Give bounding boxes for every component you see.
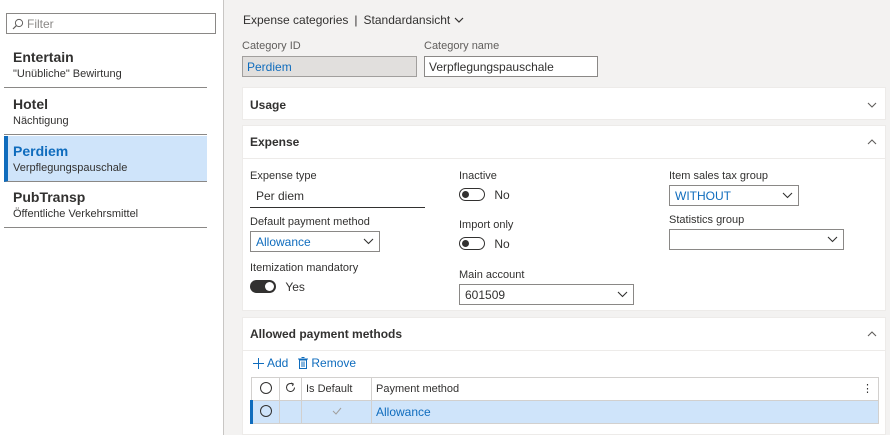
row-blank-cell: [279, 400, 302, 424]
row-select[interactable]: [250, 400, 280, 424]
inactive-value: No: [494, 187, 510, 202]
usage-header[interactable]: Usage: [243, 88, 885, 121]
col-is-default[interactable]: Is Default: [301, 377, 372, 401]
radio-icon: [260, 404, 272, 417]
item-tax-value: WITHOUT: [675, 188, 731, 203]
list-item-title: Hotel: [13, 96, 48, 112]
list-item-title: Entertain: [13, 49, 74, 65]
select-all-header[interactable]: [251, 377, 280, 401]
category-id-label: Category ID: [242, 40, 301, 52]
grid-header-row: Is Default Payment method ⋮: [251, 377, 879, 401]
expense-type-field[interactable]: Per diem: [250, 185, 425, 208]
view-name: Standardansicht: [363, 13, 451, 27]
list-item[interactable]: Entertain "Unübliche" Bewirtung: [4, 42, 207, 88]
inactive-label: Inactive: [459, 170, 497, 182]
col-payment-method-label: Payment method: [376, 383, 460, 395]
category-name-label: Category name: [424, 40, 500, 52]
col-payment-method[interactable]: Payment method ⋮: [371, 377, 879, 401]
chevron-down-icon: [867, 102, 877, 108]
itemization-toggle[interactable]: [250, 280, 276, 294]
stat-group-label: Statistics group: [669, 214, 745, 226]
default-payment-select[interactable]: Allowance: [250, 231, 380, 252]
chevron-down-icon: [827, 236, 838, 243]
remove-label: Remove: [311, 356, 357, 370]
chevron-down-icon: [363, 238, 374, 245]
check-icon: [332, 407, 341, 415]
main-account-select[interactable]: 601509: [459, 284, 634, 305]
expense-section: Expense Expense type Per diem Default pa…: [242, 125, 886, 311]
expense-type-group: Expense type Per diem: [250, 170, 425, 208]
filter-input[interactable]: Filter: [6, 13, 216, 34]
usage-title: Usage: [250, 97, 287, 112]
chevron-down-icon: [617, 291, 628, 298]
details-pane: Expense categories | Standardansicht Cat…: [224, 0, 890, 435]
filter-placeholder: Filter: [27, 16, 54, 31]
item-tax-label: Item sales tax group: [669, 170, 769, 182]
itemization-group: Itemization mandatory Yes: [250, 262, 358, 294]
add-button[interactable]: Add: [253, 356, 288, 370]
list-item-subtitle: Verpflegungspauschale: [13, 162, 128, 174]
list-item[interactable]: PubTransp Öffentliche Verkehrsmittel: [4, 183, 207, 228]
main-account-group: Main account 601509: [459, 269, 634, 305]
list-item-subtitle: Nächtigung: [13, 115, 69, 127]
list-item-title: Perdiem: [13, 143, 69, 159]
search-icon: [12, 18, 24, 29]
import-only-toggle[interactable]: [459, 237, 485, 251]
usage-section: Usage: [242, 87, 886, 120]
list-item-subtitle: Öffentliche Verkehrsmittel: [13, 208, 139, 218]
plus-icon: [253, 357, 264, 369]
inactive-toggle[interactable]: [459, 188, 485, 202]
chevron-up-icon: [867, 331, 877, 337]
list-item[interactable]: Hotel Nächtigung: [4, 89, 207, 135]
default-payment-label: Default payment method: [250, 216, 370, 228]
stat-group-select[interactable]: [669, 229, 844, 250]
list-item-subtitle: "Unübliche" Bewirtung: [13, 68, 122, 80]
view-selector[interactable]: Standardansicht: [364, 13, 465, 27]
import-only-value: No: [494, 236, 510, 251]
add-label: Add: [267, 356, 289, 370]
category-id-field[interactable]: Perdiem: [242, 56, 417, 77]
chevron-down-icon: [782, 192, 793, 199]
default-payment-value: Allowance: [256, 234, 311, 249]
table-row[interactable]: Allowance: [250, 400, 879, 424]
import-only-label: Import only: [459, 219, 514, 231]
list-item-selected[interactable]: Perdiem Verpflegungspauschale: [4, 136, 207, 182]
refresh-header[interactable]: [279, 377, 302, 401]
breadcrumb-separator: |: [354, 13, 358, 27]
breadcrumb: Expense categories | Standardansicht: [243, 13, 464, 27]
more-icon[interactable]: ⋮: [862, 382, 873, 395]
itemization-value: Yes: [285, 279, 305, 294]
expense-title: Expense: [250, 135, 300, 149]
allowed-payment-section: Allowed payment methods Add Remove Is De…: [242, 317, 886, 435]
list-item-title: PubTransp: [13, 189, 86, 205]
item-tax-select[interactable]: WITHOUT: [669, 185, 799, 206]
expense-type-label: Expense type: [250, 170, 317, 182]
payment-methods-grid: Is Default Payment method ⋮ Allowance: [250, 377, 879, 424]
trash-icon: [298, 357, 309, 369]
page-title: Expense categories: [243, 13, 349, 27]
refresh-icon: [286, 382, 295, 392]
list-pane: Filter Entertain "Unübliche" Bewirtung H…: [0, 0, 224, 435]
stat-group-group: Statistics group: [669, 214, 844, 250]
import-only-group: Import only No: [459, 219, 513, 251]
default-payment-group: Default payment method Allowance: [250, 216, 380, 252]
category-name-field[interactable]: Verpflegungspauschale: [424, 56, 598, 77]
main-account-label: Main account: [459, 269, 525, 281]
allowed-payment-title: Allowed payment methods: [250, 327, 403, 341]
allowed-payment-header[interactable]: Allowed payment methods: [243, 318, 885, 351]
expense-header[interactable]: Expense: [243, 126, 885, 159]
grid-toolbar: Add Remove: [253, 356, 356, 370]
item-tax-group: Item sales tax group WITHOUT: [669, 170, 799, 206]
chevron-up-icon: [867, 139, 877, 145]
remove-button[interactable]: Remove: [298, 356, 356, 370]
radio-icon: [259, 381, 272, 394]
itemization-label: Itemization mandatory: [250, 262, 359, 274]
chevron-down-icon: [454, 17, 464, 23]
inactive-group: Inactive No: [459, 170, 510, 202]
row-payment-method[interactable]: Allowance: [371, 400, 879, 424]
main-account-value: 601509: [465, 287, 506, 302]
row-default-check[interactable]: [301, 400, 372, 424]
